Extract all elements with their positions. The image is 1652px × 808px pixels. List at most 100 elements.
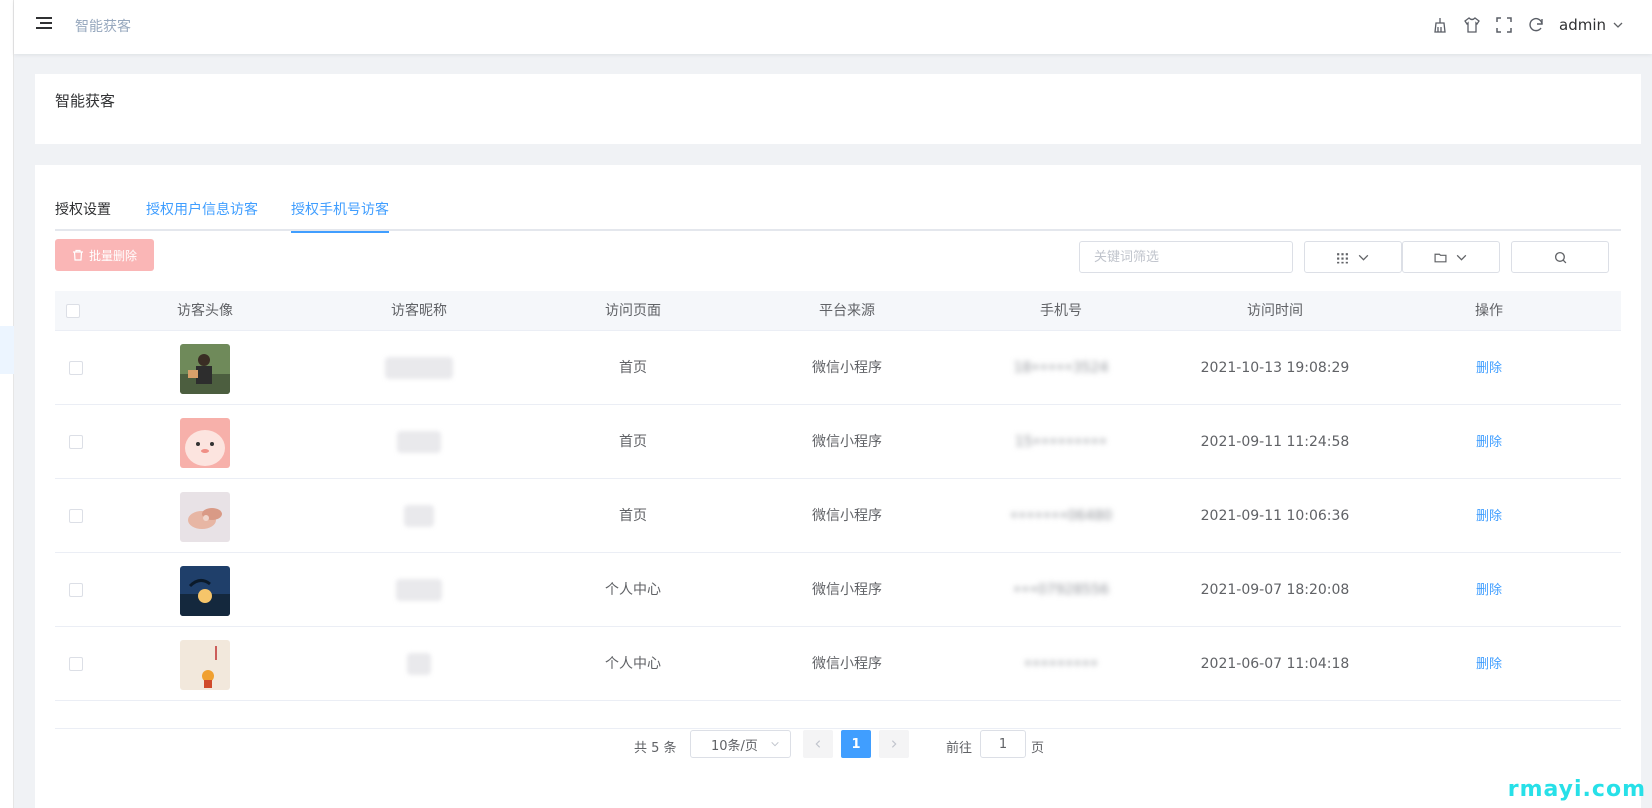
user-name: admin (1559, 16, 1606, 34)
col-nickname: 访客昵称 (391, 303, 447, 319)
goto-page-input[interactable] (980, 730, 1026, 758)
grid-icon (1337, 252, 1348, 263)
phone-number: ••••••••• (1023, 656, 1099, 672)
prev-page-button[interactable] (803, 730, 833, 758)
pagination-total: 共 5 条 (634, 741, 677, 756)
table-row: 个人中心 微信小程序 •••07928556 2021-09-07 18:20:… (55, 553, 1621, 627)
clean-icon[interactable] (1431, 16, 1449, 34)
page-title: 智能获客 (55, 92, 116, 110)
visitor-avatar (180, 492, 230, 542)
delete-link[interactable]: 删除 (1476, 627, 1502, 701)
row-checkbox[interactable] (69, 583, 83, 597)
col-action: 操作 (1475, 303, 1503, 319)
trash-icon (72, 249, 83, 261)
sidebar-active-item[interactable] (0, 326, 14, 374)
phone-number: •••••••06480 (1009, 508, 1113, 524)
refresh-icon[interactable] (1527, 16, 1545, 34)
title-card: 智能获客 (35, 74, 1641, 144)
column-display-dropdown[interactable] (1304, 241, 1402, 273)
table-row: 个人中心 微信小程序 ••••••••• 2021-06-07 11:04:18… (55, 627, 1621, 701)
visit-page: 个人中心 (605, 656, 661, 672)
col-time: 访问时间 (1247, 303, 1303, 319)
hamburger-icon[interactable] (36, 16, 52, 30)
table-footer-spacer (55, 701, 1621, 729)
search-button[interactable] (1511, 241, 1609, 273)
visitor-nickname (396, 553, 442, 627)
fullscreen-icon[interactable] (1495, 16, 1513, 34)
platform-source: 微信小程序 (812, 360, 882, 376)
visit-time: 2021-10-13 19:08:29 (1200, 360, 1350, 376)
theme-shirt-icon[interactable] (1463, 16, 1481, 34)
delete-link[interactable]: 删除 (1476, 405, 1502, 479)
pagination: 共 5 条 10条/页 1 前往 页 (35, 730, 1641, 762)
phone-number: 18•••••3524 (1013, 360, 1109, 376)
breadcrumb: 智能获客 (75, 19, 131, 35)
keyword-filter-input[interactable] (1079, 241, 1293, 273)
visitor-avatar (180, 344, 230, 394)
row-checkbox[interactable] (69, 657, 83, 671)
chevron-down-icon (1613, 22, 1623, 28)
visit-time: 2021-09-11 11:24:58 (1200, 434, 1350, 450)
platform-source: 微信小程序 (812, 582, 882, 598)
row-checkbox[interactable] (69, 435, 83, 449)
platform-source: 微信小程序 (812, 508, 882, 524)
visit-page: 首页 (619, 508, 647, 524)
visitor-avatar (180, 566, 230, 616)
main-card: 授权设置 授权用户信息访客 授权手机号访客 批量删除 访客头像 访客昵称 访问页… (35, 165, 1641, 808)
sidebar-collapsed (0, 0, 14, 808)
select-all-checkbox[interactable] (66, 304, 80, 318)
visitor-nickname (407, 627, 431, 701)
chevron-down-icon (1456, 254, 1467, 261)
watermark-logo: rmayi.com (1507, 777, 1646, 802)
row-checkbox[interactable] (69, 509, 83, 523)
delete-link[interactable]: 删除 (1476, 553, 1502, 627)
visit-page: 个人中心 (605, 582, 661, 598)
user-dropdown[interactable]: admin (1559, 16, 1624, 34)
chevron-down-icon (1358, 254, 1369, 261)
tab-auth-settings[interactable]: 授权设置 (55, 199, 111, 231)
phone-number: 15••••••••• (1014, 434, 1108, 450)
export-dropdown[interactable] (1402, 241, 1500, 273)
visit-time: 2021-09-07 18:20:08 (1200, 582, 1350, 598)
col-phone: 手机号 (1040, 303, 1082, 319)
platform-source: 微信小程序 (812, 434, 882, 450)
goto-prefix: 前往 (946, 741, 973, 756)
page-size-select[interactable]: 10条/页 (690, 730, 791, 758)
table-row: 首页 微信小程序 •••••••06480 2021-09-11 10:06:3… (55, 479, 1621, 553)
col-platform: 平台来源 (819, 303, 875, 319)
visitor-nickname (397, 405, 441, 479)
page-number-1[interactable]: 1 (841, 730, 871, 758)
batch-delete-button[interactable]: 批量删除 (55, 239, 154, 271)
visit-page: 首页 (619, 434, 647, 450)
visitor-nickname (404, 479, 434, 553)
visit-time: 2021-06-07 11:04:18 (1200, 656, 1350, 672)
row-checkbox[interactable] (69, 361, 83, 375)
table-row: 首页 微信小程序 18•••••3524 2021-10-13 19:08:29… (55, 331, 1621, 405)
next-page-button[interactable] (879, 730, 909, 758)
chevron-down-icon (771, 741, 779, 747)
delete-link[interactable]: 删除 (1476, 331, 1502, 405)
top-navbar: 智能获客 admin (14, 0, 1652, 54)
search-icon (1554, 251, 1566, 263)
visitor-avatar (180, 640, 230, 690)
chevron-right-icon (891, 740, 897, 748)
visit-page: 首页 (619, 360, 647, 376)
col-avatar: 访客头像 (177, 303, 233, 319)
tab-bar: 授权设置 授权用户信息访客 授权手机号访客 (55, 191, 1621, 233)
visit-time: 2021-09-11 10:06:36 (1200, 508, 1350, 524)
tab-user-info-visitors[interactable]: 授权用户信息访客 (146, 199, 258, 231)
tab-phone-visitors[interactable]: 授权手机号访客 (291, 199, 389, 233)
phone-number: •••07928556 (1012, 582, 1110, 598)
visitor-avatar (180, 418, 230, 468)
folder-icon (1434, 253, 1447, 262)
table-row: 首页 微信小程序 15••••••••• 2021-09-11 11:24:58… (55, 405, 1621, 479)
table-header: 访客头像 访客昵称 访问页面 平台来源 手机号 访问时间 操作 (55, 291, 1621, 331)
visitor-nickname (385, 331, 453, 405)
page-size-value: 10条/页 (711, 738, 758, 754)
delete-link[interactable]: 删除 (1476, 479, 1502, 553)
chevron-left-icon (815, 740, 821, 748)
col-page: 访问页面 (605, 303, 661, 319)
batch-delete-label: 批量删除 (88, 248, 137, 263)
visitor-table: 访客头像 访客昵称 访问页面 平台来源 手机号 访问时间 操作 首页 微信小程序… (55, 291, 1621, 729)
navbar-right-menu: admin (1431, 14, 1624, 36)
